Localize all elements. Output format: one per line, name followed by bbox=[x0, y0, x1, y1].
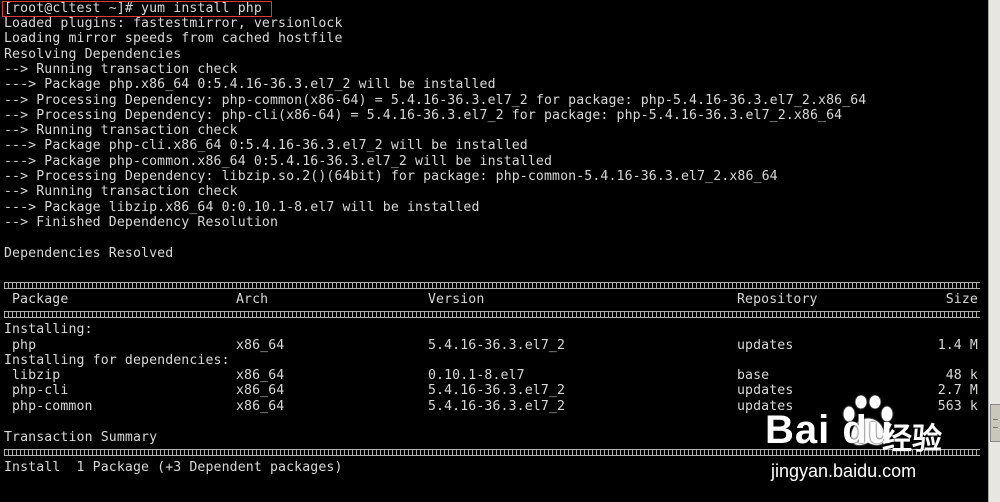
cell-version: 5.4.16-36.3.el7_2 bbox=[428, 338, 566, 353]
shell-prompt: [root@cltest ~]# bbox=[4, 1, 142, 16]
log-line: --> Processing Dependency: libzip.so.2()… bbox=[4, 169, 778, 184]
cell-arch: x86_64 bbox=[236, 338, 285, 353]
log-line: ---> Package libzip.x86_64 0:0.10.1-8.el… bbox=[4, 199, 480, 215]
col-header-package: Package bbox=[12, 292, 69, 307]
log-line: Loaded plugins: fastestmirror, versionlo… bbox=[4, 16, 343, 31]
transaction-summary-title: Transaction Summary bbox=[4, 430, 158, 445]
scrollbar-grip-icon bbox=[993, 419, 998, 428]
cell-arch: x86_64 bbox=[236, 383, 285, 399]
vertical-scrollbar[interactable] bbox=[988, 0, 1000, 502]
install-summary-line: Install 1 Package (+3 Dependent packages… bbox=[4, 460, 343, 475]
scrollbar-thumb[interactable] bbox=[990, 404, 1000, 442]
cell-arch: x86_64 bbox=[236, 398, 285, 414]
cell-version: 5.4.16-36.3.el7_2 bbox=[428, 383, 566, 399]
table-header-row: Package Arch Version Repository Size bbox=[4, 292, 978, 307]
baidu-watermark: Bai du 经验 jingyan.baidu.com bbox=[765, 394, 975, 494]
col-header-size: Size bbox=[945, 292, 978, 307]
command-text: yum install php bbox=[141, 1, 262, 16]
col-header-version: Version bbox=[428, 292, 485, 307]
table-header-rule bbox=[4, 311, 980, 318]
terminal-window[interactable]: [root@cltest ~]# yum install php Loaded … bbox=[0, 0, 988, 502]
table-top-rule bbox=[4, 282, 980, 289]
installing-label: Installing: bbox=[4, 322, 93, 337]
log-line: --> Running transaction check bbox=[4, 123, 238, 139]
log-line: Resolving Dependencies bbox=[4, 46, 182, 62]
log-line: --> Running transaction check bbox=[4, 184, 238, 200]
log-line: ---> Package php.x86_64 0:5.4.16-36.3.el… bbox=[4, 77, 496, 93]
cell-package: php-cli bbox=[12, 383, 69, 399]
cell-version: 5.4.16-36.3.el7_2 bbox=[428, 398, 566, 414]
cell-size: 48 k bbox=[945, 368, 978, 383]
col-header-arch: Arch bbox=[236, 292, 269, 307]
log-line: --> Processing Dependency: php-common(x8… bbox=[4, 92, 867, 108]
cell-package: php bbox=[12, 338, 37, 353]
baidu-brand-text: Bai du bbox=[765, 408, 894, 452]
log-line: --> Finished Dependency Resolution bbox=[4, 214, 279, 230]
cell-package: php-common bbox=[12, 398, 93, 414]
cell-repository: updates bbox=[737, 338, 794, 353]
log-line: ---> Package php-cli.x86_64 0:5.4.16-36.… bbox=[4, 138, 528, 154]
log-line: --> Processing Dependency: php-cli(x86-6… bbox=[4, 107, 843, 123]
command-line: [root@cltest ~]# yum install php bbox=[4, 1, 262, 16]
cell-version: 0.10.1-8.el7 bbox=[428, 368, 525, 383]
watermark-url: jingyan.baidu.com bbox=[771, 461, 917, 481]
log-line: Loading mirror speeds from cached hostfi… bbox=[4, 31, 343, 47]
col-header-repository: Repository bbox=[737, 292, 818, 307]
cell-repository: base bbox=[737, 368, 770, 383]
jingyan-text: 经验 bbox=[882, 422, 942, 457]
log-line: ---> Package php-common.x86_64 0:5.4.16-… bbox=[4, 153, 553, 169]
log-line: --> Running transaction check bbox=[4, 61, 238, 77]
cell-arch: x86_64 bbox=[236, 368, 285, 383]
dependencies-resolved-text: Dependencies Resolved bbox=[4, 246, 174, 261]
cell-package: libzip bbox=[12, 368, 61, 383]
cell-size: 1.4 M bbox=[937, 338, 978, 353]
deps-label: Installing for dependencies: bbox=[4, 353, 230, 368]
